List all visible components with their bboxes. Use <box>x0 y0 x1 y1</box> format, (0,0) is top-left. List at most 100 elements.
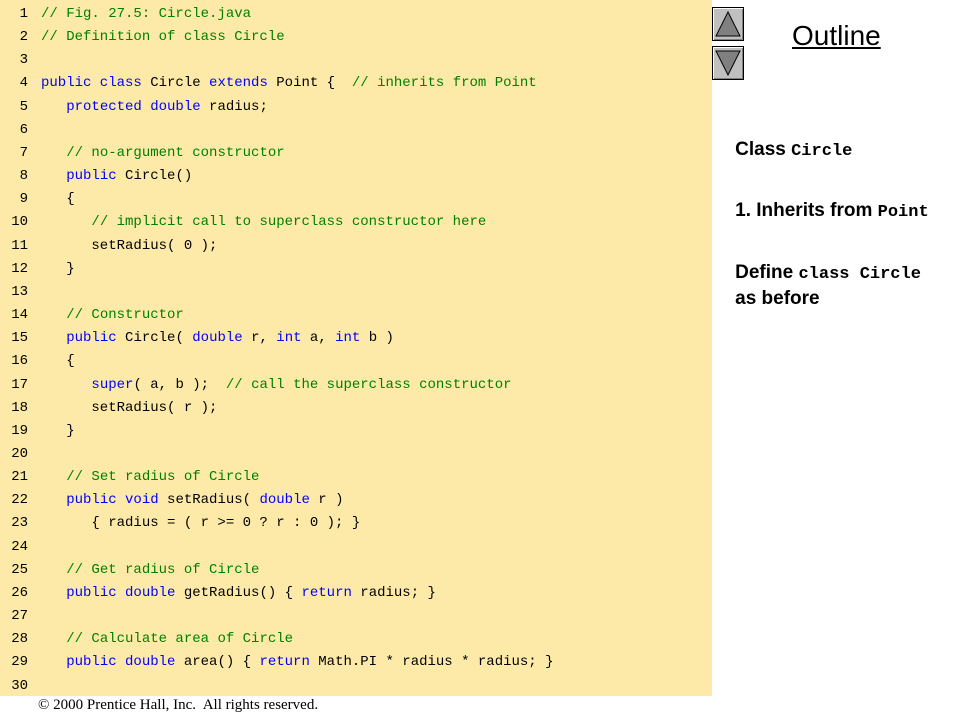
line-number: 29 <box>11 654 28 671</box>
code-content: protected double radius; <box>41 96 268 119</box>
code-keyword: extends <box>209 75 268 92</box>
line-number: 17 <box>11 376 28 393</box>
code-content: // Get radius of Circle <box>41 559 259 582</box>
code-text: Circle <box>141 75 210 92</box>
code-comment: // Set radius of Circle <box>66 469 260 486</box>
outline-item-text: 1. Inherits from <box>735 200 878 221</box>
line-number: 9 <box>19 191 28 208</box>
outline-item: 1. Inherits from Point <box>714 178 929 244</box>
line-number: 11 <box>11 237 28 254</box>
code-content: // Calculate area of Circle <box>41 628 293 651</box>
code-text: setRadius( 0 ); <box>41 237 218 254</box>
line-number: 15 <box>11 330 28 347</box>
code-comment: // Constructor <box>66 307 184 324</box>
outline-item: as before <box>714 266 819 332</box>
line-number: 19 <box>11 422 28 439</box>
code-content: { radius = ( r >= 0 ? r : 0 ); } <box>41 512 360 535</box>
code-content: public double area() { return Math.PI * … <box>41 651 554 674</box>
code-keyword: return <box>301 584 352 601</box>
code-comment: // Get radius of Circle <box>66 561 260 578</box>
line-number: 7 <box>19 144 28 161</box>
code-keyword: int <box>335 330 361 347</box>
code-content: public class Circle extends Point { // i… <box>41 72 537 95</box>
outline-title[interactable]: Outline <box>792 20 881 52</box>
code-text: radius; <box>200 98 268 115</box>
code-text: Circle( <box>116 330 193 347</box>
line-number: 24 <box>11 538 28 555</box>
code-content: } <box>41 420 75 443</box>
code-comment: // no-argument constructor <box>66 144 285 161</box>
code-content: // implicit call to superclass construct… <box>41 211 486 234</box>
code-content: public double getRadius() { return radiu… <box>41 582 436 605</box>
code-content: { <box>41 350 75 373</box>
outline-item-text: Class <box>735 139 792 160</box>
line-number: 27 <box>11 608 28 625</box>
code-content: // no-argument constructor <box>41 142 285 165</box>
line-number: 25 <box>11 561 28 578</box>
line-number: 13 <box>11 283 28 300</box>
line-number: 14 <box>11 307 28 324</box>
code-text: { <box>41 353 75 370</box>
line-number: 12 <box>11 260 28 277</box>
code-content: // Constructor <box>41 304 184 327</box>
code-keyword: protected double <box>66 98 201 115</box>
code-content: { <box>41 188 75 211</box>
previous-slide-button[interactable] <box>712 7 744 41</box>
code-content: // Fig. 27.5: Circle.java <box>41 3 251 26</box>
line-number: 8 <box>19 168 28 185</box>
line-number: 2 <box>19 29 28 46</box>
line-number: 22 <box>11 492 28 509</box>
line-number: 16 <box>11 353 28 370</box>
line-number: 6 <box>19 121 28 138</box>
code-keyword: public double <box>66 654 176 671</box>
code-keyword: return <box>259 654 310 671</box>
code-content: public void setRadius( double r ) <box>41 489 344 512</box>
copyright-symbol: © <box>38 697 50 713</box>
code-keyword: double <box>192 330 243 347</box>
code-text: Math.PI * radius * radius; } <box>309 654 554 671</box>
code-content: public Circle() <box>41 165 192 188</box>
line-number: 3 <box>19 52 28 69</box>
next-slide-button[interactable] <box>712 46 744 80</box>
code-text: a, <box>301 330 336 347</box>
outline-item-code: Point <box>877 203 929 222</box>
triangle-up-icon <box>715 10 741 37</box>
line-number: 21 <box>11 469 28 486</box>
code-keyword: int <box>276 330 302 347</box>
code-text: { <box>41 191 75 208</box>
code-keyword: double <box>259 492 310 509</box>
code-keyword: public double <box>66 584 176 601</box>
code-keyword: super <box>91 376 134 393</box>
outline-item-code: Circle <box>791 142 853 161</box>
code-text: Circle() <box>116 168 193 185</box>
code-content: super( a, b ); // call the superclass co… <box>41 374 511 397</box>
code-text: Point { <box>267 75 352 92</box>
code-text: setRadius( <box>158 492 260 509</box>
code-text: { radius = ( r >= 0 ? r : 0 ); } <box>41 515 361 532</box>
code-content: setRadius( r ); <box>41 397 217 420</box>
line-number: 10 <box>11 214 28 231</box>
code-text: setRadius( r ); <box>41 399 218 416</box>
code-text: getRadius() { <box>175 584 302 601</box>
code-text: } <box>41 260 75 277</box>
code-text: } <box>41 422 75 439</box>
code-comment: // Calculate area of Circle <box>66 631 294 648</box>
code-content: } <box>41 258 75 281</box>
line-number: 28 <box>11 631 28 648</box>
code-text: r ) <box>309 492 344 509</box>
code-comment: // Fig. 27.5: Circle.java <box>41 6 252 22</box>
line-number: 23 <box>11 515 28 532</box>
code-text: ( a, b ); <box>133 376 226 393</box>
code-content: public Circle( double r, int a, int b ) <box>41 327 394 350</box>
line-number: 26 <box>11 584 28 601</box>
line-number: 5 <box>19 98 28 115</box>
outline-item: Class Circle <box>714 117 852 183</box>
